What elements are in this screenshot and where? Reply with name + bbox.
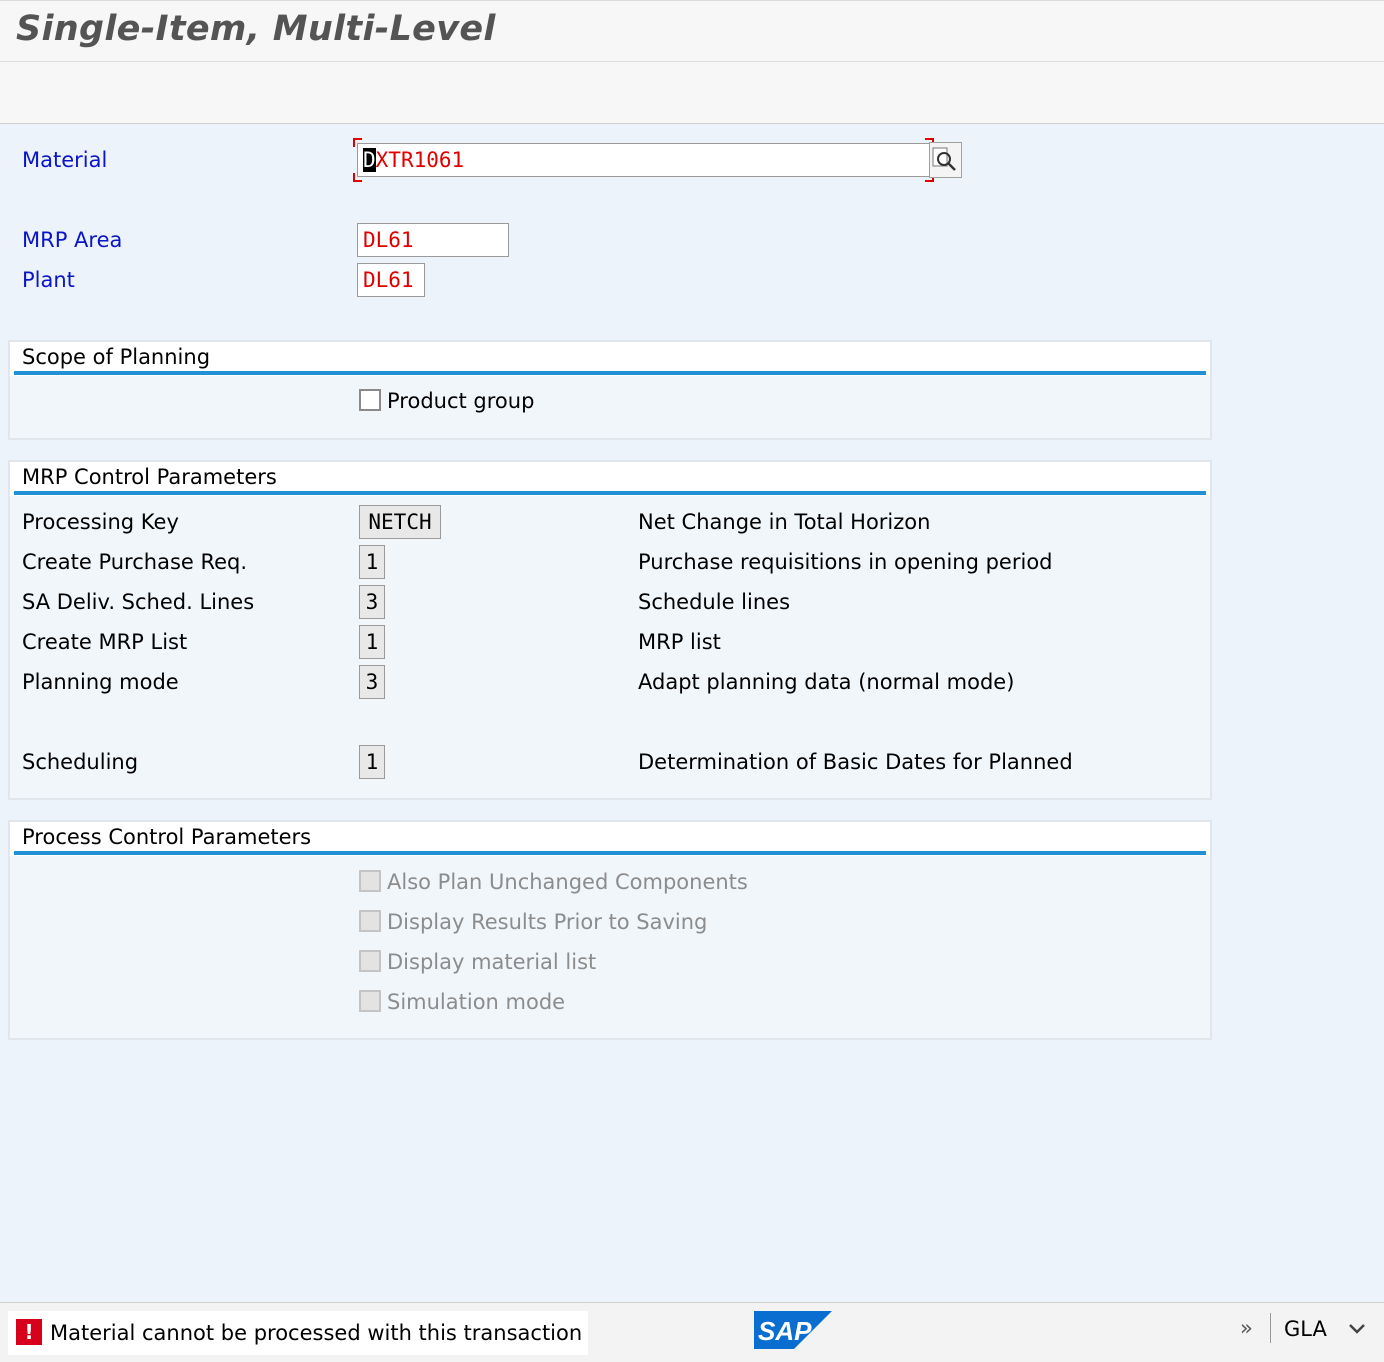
display-results-prior-to-saving-label: Display Results Prior to Saving xyxy=(387,910,708,934)
status-message-text: Material cannot be processed with this t… xyxy=(50,1321,583,1345)
material-label: Material xyxy=(22,148,108,172)
process-control-group: Process Control Parameters Also Plan Unc… xyxy=(8,820,1212,1040)
create-mrp-list-field[interactable]: 1 xyxy=(359,625,385,659)
plant-label: Plant xyxy=(22,268,75,292)
group-header: Process Control Parameters xyxy=(10,822,1210,856)
group-divider xyxy=(14,491,1206,495)
required-marker-bl xyxy=(353,173,362,182)
mrp-control-group: MRP Control Parameters Processing Key NE… xyxy=(8,460,1212,800)
scheduling-description: Determination of Basic Dates for Planned xyxy=(638,750,1073,774)
plant-input[interactable]: DL61 xyxy=(357,263,425,297)
chevron-down-icon[interactable] xyxy=(1348,1323,1366,1335)
group-header: MRP Control Parameters xyxy=(10,462,1210,496)
create-purchase-req-description: Purchase requisitions in opening period xyxy=(638,550,1053,574)
group-divider xyxy=(14,851,1206,855)
scope-of-planning-group: Scope of Planning Product group xyxy=(8,340,1212,440)
create-mrp-list-label: Create MRP List xyxy=(22,630,188,654)
group-divider xyxy=(14,371,1206,375)
required-marker-tl xyxy=(353,138,362,147)
material-search-button[interactable] xyxy=(929,142,962,178)
create-purchase-req-label: Create Purchase Req. xyxy=(22,550,248,574)
expand-status-icon[interactable]: » xyxy=(1240,1315,1253,1341)
title-bar: Single-Item, Multi-Level xyxy=(0,0,1384,62)
create-mrp-list-description: MRP list xyxy=(638,630,721,654)
error-icon: ! xyxy=(16,1319,42,1345)
product-group-checkbox[interactable] xyxy=(359,389,381,411)
also-plan-unchanged-components-label: Also Plan Unchanged Components xyxy=(387,870,748,894)
material-value: XTR1061 xyxy=(375,148,465,172)
simulation-mode-checkbox[interactable] xyxy=(359,990,381,1012)
scheduling-field[interactable]: 1 xyxy=(359,745,385,779)
sap-logo: SAP xyxy=(754,1311,832,1349)
page-title: Single-Item, Multi-Level xyxy=(16,9,496,49)
processing-key-description: Net Change in Total Horizon xyxy=(638,510,931,534)
planning-mode-label: Planning mode xyxy=(22,670,179,694)
application-toolbar xyxy=(0,62,1384,124)
planning-mode-field[interactable]: 3 xyxy=(359,665,385,699)
sa-deliv-sched-lines-description: Schedule lines xyxy=(638,590,791,614)
group-title: MRP Control Parameters xyxy=(22,465,277,489)
mrp-area-label: MRP Area xyxy=(22,228,123,252)
search-icon xyxy=(932,147,956,171)
text-cursor: D xyxy=(363,148,376,172)
display-material-list-checkbox[interactable] xyxy=(359,950,381,972)
create-purchase-req-field[interactable]: 1 xyxy=(359,545,385,579)
status-bar: ! Material cannot be processed with this… xyxy=(0,1302,1384,1362)
planning-mode-description: Adapt planning data (normal mode) xyxy=(638,670,1015,694)
sap-logo-text: SAP xyxy=(758,1316,812,1346)
display-material-list-label: Display material list xyxy=(387,950,597,974)
display-results-prior-to-saving-checkbox[interactable] xyxy=(359,910,381,932)
processing-key-label: Processing Key xyxy=(22,510,179,534)
product-group-label: Product group xyxy=(387,389,535,413)
sa-deliv-sched-lines-label: SA Deliv. Sched. Lines xyxy=(22,590,255,614)
material-input[interactable]: DXTR1061 xyxy=(357,143,931,177)
also-plan-unchanged-components-checkbox[interactable] xyxy=(359,870,381,892)
scheduling-label: Scheduling xyxy=(22,750,139,774)
mrp-area-input[interactable]: DL61 xyxy=(357,223,509,257)
group-title: Scope of Planning xyxy=(22,345,211,369)
group-title: Process Control Parameters xyxy=(22,825,312,849)
status-message[interactable]: ! Material cannot be processed with this… xyxy=(8,1311,588,1355)
group-header: Scope of Planning xyxy=(10,342,1210,376)
system-name: GLA xyxy=(1284,1317,1327,1341)
status-divider xyxy=(1270,1313,1271,1343)
simulation-mode-label: Simulation mode xyxy=(387,990,566,1014)
sa-deliv-sched-lines-field[interactable]: 3 xyxy=(359,585,385,619)
processing-key-field[interactable]: NETCH xyxy=(359,505,441,539)
